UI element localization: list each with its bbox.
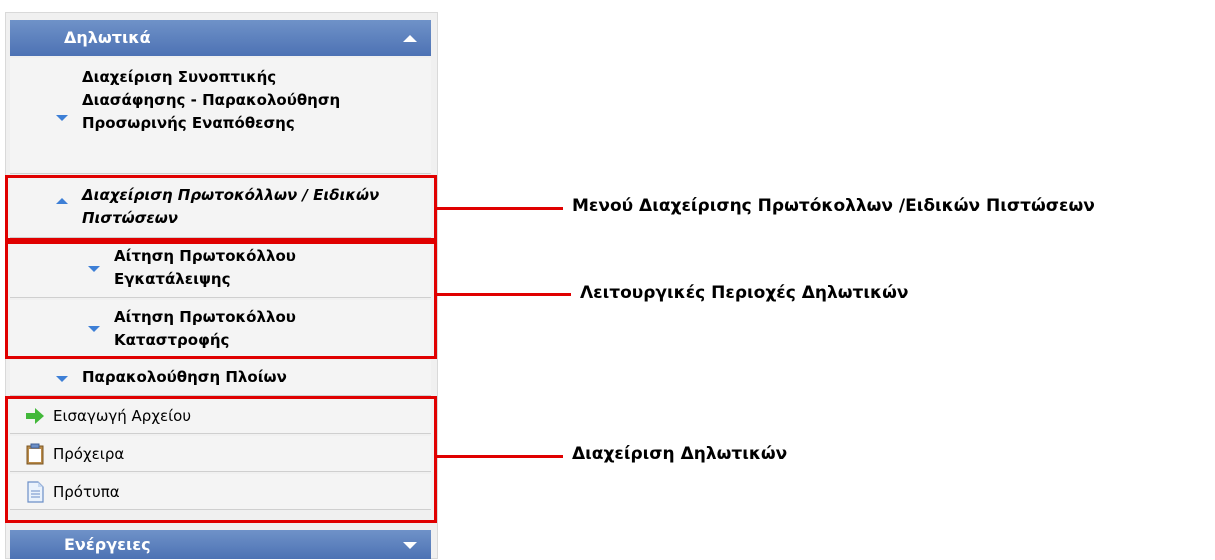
callout-protocols-menu: Μενού Διαχείρισης Πρωτόκολλων /Ειδικών Π…: [572, 196, 1095, 216]
callout-functional-areas: Λειτουργικές Περιοχές Δηλωτικών: [580, 283, 909, 303]
declarations-header-label: Δηλωτικά: [64, 28, 151, 47]
collapse-arrow-icon: [403, 35, 417, 42]
annotation-connector: [437, 455, 563, 458]
expand-caret-icon: [56, 376, 68, 382]
sidebar-item-label: Παρακολούθηση Πλοίων: [82, 368, 287, 386]
sidebar-item-summary-declaration[interactable]: Διαχείριση Συνοπτικής Διασάφησης - Παρακ…: [10, 58, 431, 174]
actions-section-header[interactable]: Ενέργειες: [10, 530, 431, 559]
sidebar-item-ship-tracking[interactable]: Παρακολούθηση Πλοίων: [10, 360, 431, 396]
annotation-box-protocols: [5, 175, 437, 241]
annotation-connector: [437, 207, 563, 210]
sidebar-item-label: Διαχείριση Συνοπτικής Διασάφησης - Παρακ…: [82, 68, 341, 132]
declarations-section-header[interactable]: Δηλωτικά: [10, 20, 431, 56]
actions-header-label: Ενέργειες: [64, 535, 151, 554]
annotation-box-functional-areas: [5, 241, 437, 359]
callout-declarations-management: Διαχείριση Δηλωτικών: [572, 444, 788, 464]
expand-caret-icon: [56, 115, 68, 121]
annotation-connector: [437, 293, 571, 296]
annotation-box-declarations: [5, 396, 437, 523]
expand-arrow-icon: [403, 542, 417, 549]
